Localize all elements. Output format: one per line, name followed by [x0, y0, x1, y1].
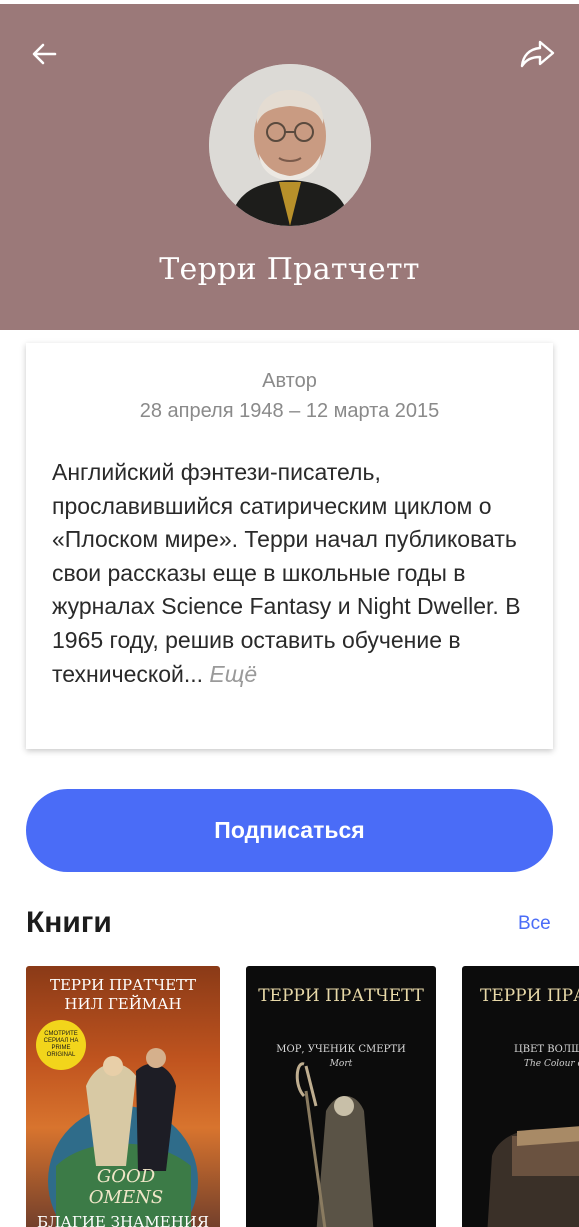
back-button[interactable] — [24, 34, 64, 74]
book-subtitle: Mort — [329, 1059, 353, 1069]
share-button[interactable] — [518, 34, 558, 74]
book-author: ТЕРРИ ПРАТЧЕТТ — [258, 986, 424, 1006]
author-dates: 28 апреля 1948 – 12 марта 2015 — [139, 400, 440, 422]
book-title: БЛАГИЕ ЗНАМЕНИЯ — [36, 1213, 209, 1227]
book-card-colour-of-magic[interactable]: ТЕРРИ ПРА ЦВЕТ ВОЛШ The Colour of — [462, 966, 579, 1227]
share-icon — [520, 40, 555, 68]
book-card-good-omens[interactable]: ТЕРРИ ПРАТЧЕТТ НИЛ ГЕЙМАН СМОТРИТЕ СЕРИА… — [26, 966, 220, 1227]
book-title: ЦВЕТ ВОЛШ — [514, 1044, 579, 1055]
author-name: Терри Пратчетт — [159, 252, 420, 287]
book-subtitle: The Colour of — [524, 1059, 579, 1069]
book-author-1: ТЕРРИ ПРАТЧЕТТ — [49, 976, 197, 994]
book-card-mort[interactable]: ТЕРРИ ПРАТЧЕТТ МОР, УЧЕНИК СМЕРТИ Mort — [246, 966, 436, 1227]
books-section-title: Книги — [26, 906, 112, 939]
book-title: МОР, УЧЕНИК СМЕРТИ — [276, 1044, 406, 1055]
author-bio-text: Английский фэнтези-писатель, прославивши… — [52, 459, 521, 687]
prime-badge: СМОТРИТЕ СЕРИАЛ НА PRIME ORIGINAL — [36, 1020, 86, 1070]
author-header: Терри Пратчетт — [0, 4, 579, 330]
author-avatar — [209, 64, 371, 226]
subscribe-button[interactable]: Подписаться — [26, 789, 553, 872]
book-author-line: ТЕРРИ ПРАТЧЕТТ НИЛ ГЕЙМАН — [26, 976, 220, 1014]
bio-more-link[interactable]: Ещё — [209, 661, 257, 687]
author-bio: Английский фэнтези-писатель, прославивши… — [52, 456, 542, 691]
book-author: ТЕРРИ ПРА — [480, 986, 579, 1006]
author-info-card: Автор 28 апреля 1948 – 12 марта 2015 Анг… — [26, 343, 553, 749]
all-books-link[interactable]: Все — [518, 913, 551, 935]
book-author-2: НИЛ ГЕЙМАН — [64, 995, 182, 1013]
author-role: Автор — [262, 370, 317, 392]
good-omens-logo: GOOD OMENS — [88, 1166, 164, 1208]
arrow-left-icon — [32, 43, 57, 65]
